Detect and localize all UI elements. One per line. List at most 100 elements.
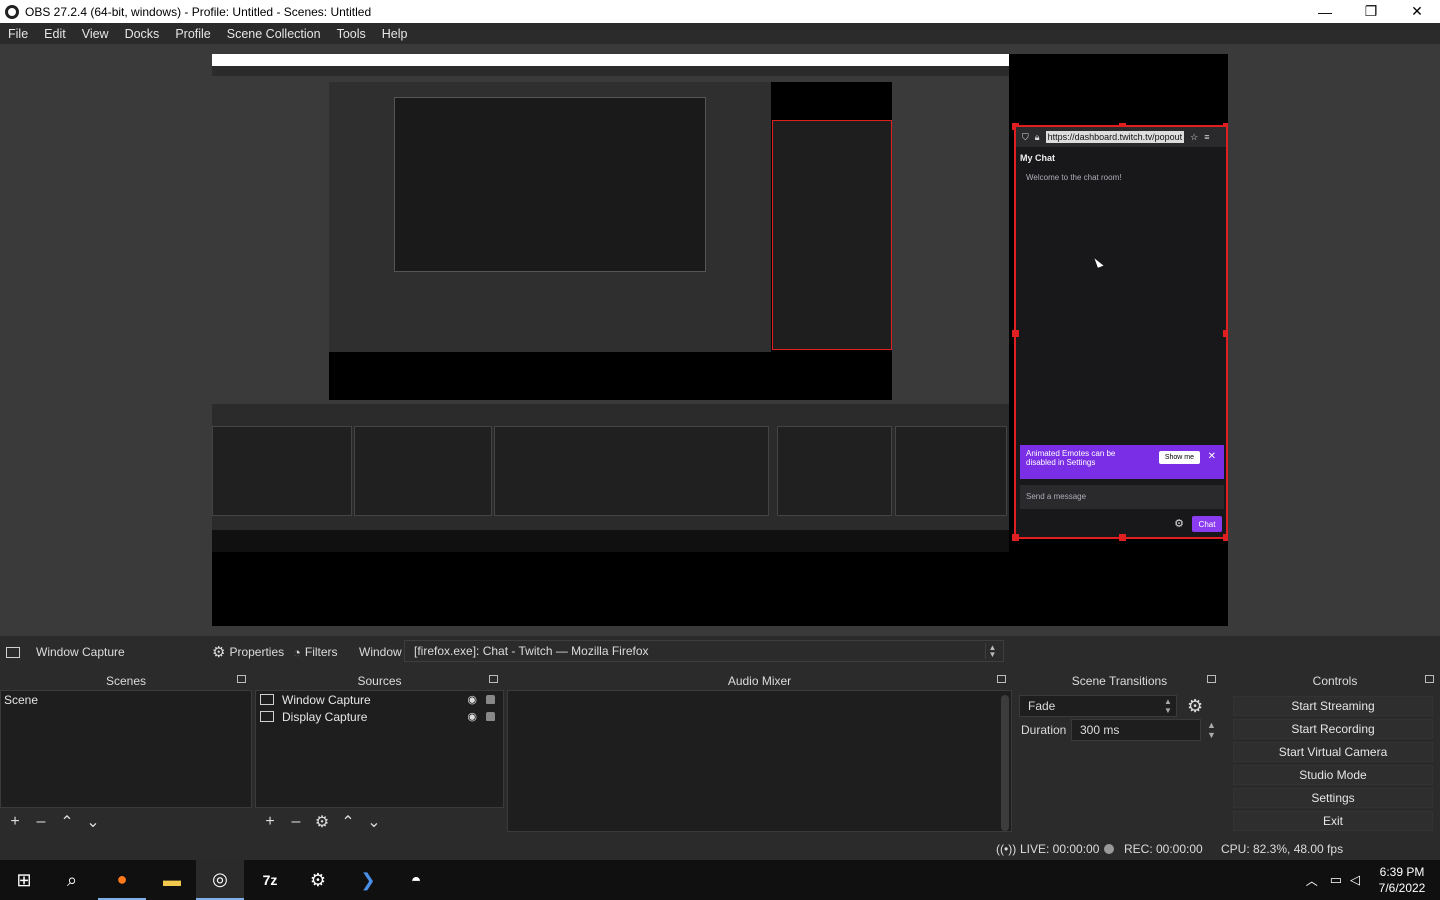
transition-type-value: Fade: [1028, 699, 1056, 713]
studio-mode-button[interactable]: Studio Mode: [1233, 765, 1433, 785]
file-explorer-icon[interactable]: ▬: [148, 860, 196, 900]
scene-item-label: Scene: [4, 692, 39, 707]
nested-sources-dock: [354, 426, 492, 516]
menu-tools[interactable]: Tools: [329, 27, 374, 41]
remove-scene-icon[interactable]: –: [32, 813, 50, 831]
nested-canvas: [329, 82, 892, 400]
scenes-list[interactable]: Scene: [0, 690, 252, 808]
undock-icon[interactable]: [237, 675, 246, 683]
search-icon[interactable]: ⌕: [48, 860, 96, 900]
chat-settings-icon: ⚙: [1174, 518, 1184, 530]
move-down-icon[interactable]: ⌄: [84, 812, 102, 832]
window-select[interactable]: [firefox.exe]: Chat - Twitch — Mozilla F…: [404, 640, 1004, 662]
chat-header: My Chat: [1020, 153, 1056, 163]
duration-spinner-icon[interactable]: ▲ ▼: [1207, 720, 1216, 740]
audio-mixer-panel: [507, 690, 1012, 832]
menu-file[interactable]: File: [0, 27, 36, 41]
start-virtual-camera-button[interactable]: Start Virtual Camera: [1233, 742, 1433, 762]
select-arrows-icon: ▲ ▼: [1164, 697, 1172, 715]
minimize-button[interactable]: —: [1302, 0, 1348, 23]
menu-help[interactable]: Help: [374, 27, 416, 41]
nested-taskbar: [212, 530, 1009, 552]
window-title: OBS 27.2.4 (64-bit, windows) - Profile: …: [25, 4, 372, 19]
powershell-icon[interactable]: ❯: [344, 860, 392, 900]
undock-icon[interactable]: [489, 675, 498, 683]
chat-url: https://dashboard.twitch.tv/popout: [1045, 131, 1185, 143]
windows-start-icon[interactable]: ⊞: [0, 860, 48, 900]
menu-docks[interactable]: Docks: [117, 27, 168, 41]
lock-icon[interactable]: [486, 695, 495, 704]
resize-handle-b[interactable]: [1119, 534, 1126, 541]
transition-type-row: Fade ▲ ▼ ⚙: [1017, 695, 1222, 717]
preview-area[interactable]: ⛉ 🔒︎ https://dashboard.twitch.tv/popout …: [0, 44, 1440, 636]
undock-icon[interactable]: [1207, 675, 1216, 683]
nested-chat-selection: [772, 120, 892, 350]
undock-icon[interactable]: [997, 675, 1006, 683]
nested-transitions-dock: [777, 426, 892, 516]
source-item-label: Window Capture: [282, 692, 371, 707]
remove-source-icon[interactable]: –: [287, 813, 305, 831]
eye-icon[interactable]: ◉: [467, 710, 477, 723]
source-properties-gear-icon[interactable]: ⚙: [313, 812, 331, 832]
chat-capture-selection[interactable]: ⛉ 🔒︎ https://dashboard.twitch.tv/popout …: [1012, 123, 1228, 541]
promo-close-icon: ✕: [1207, 451, 1216, 462]
menu-profile[interactable]: Profile: [167, 27, 218, 41]
mixer-scrollbar[interactable]: [1001, 695, 1009, 831]
monitor-icon: [260, 711, 274, 722]
nested-scenes-dock: [212, 426, 352, 516]
restore-button[interactable]: ❐: [1348, 0, 1394, 23]
menu-bar: File Edit View Docks Profile Scene Colle…: [0, 23, 1440, 44]
chat-welcome-message: Welcome to the chat room!: [1026, 173, 1122, 182]
duration-input[interactable]: 300 ms: [1071, 719, 1201, 741]
start-recording-button[interactable]: Start Recording: [1233, 719, 1433, 739]
clock[interactable]: 6:39 PM 7/6/2022: [1372, 864, 1432, 896]
transition-settings-gear-icon[interactable]: ⚙: [1187, 696, 1203, 717]
sources-toolbar: + – ⚙ ⌃ ⌄: [255, 808, 504, 836]
scene-item[interactable]: Scene: [1, 691, 251, 708]
undock-icon[interactable]: [1425, 675, 1434, 683]
eye-icon[interactable]: ◉: [467, 693, 477, 706]
scenes-dock-header: Scenes: [0, 671, 252, 690]
exit-button[interactable]: Exit: [1233, 811, 1433, 831]
menu-edit[interactable]: Edit: [36, 27, 74, 41]
resize-handle-br[interactable]: [1223, 534, 1228, 541]
controls-header: Controls: [1230, 671, 1440, 690]
transition-type-select[interactable]: Fade ▲ ▼: [1019, 695, 1177, 717]
nested-controls-dock: [895, 426, 1007, 516]
add-source-icon[interactable]: +: [261, 813, 279, 831]
status-bar: ((•)) LIVE: 00:00:00 REC: 00:00:00 CPU: …: [0, 839, 1440, 859]
move-down-icon[interactable]: ⌄: [365, 812, 383, 832]
preview-canvas[interactable]: ⛉ 🔒︎ https://dashboard.twitch.tv/popout …: [212, 54, 1228, 626]
resize-handle-r[interactable]: [1223, 330, 1228, 337]
move-up-icon[interactable]: ⌃: [339, 812, 357, 832]
resize-handle-bl[interactable]: [1012, 534, 1019, 541]
close-button[interactable]: ✕: [1394, 0, 1440, 23]
broadcast-icon: ((•)): [996, 842, 1017, 856]
firefox-icon[interactable]: ●: [98, 860, 146, 900]
7zip-icon[interactable]: 7z: [246, 860, 294, 900]
chevron-up-icon[interactable]: ︿: [1306, 872, 1318, 889]
obs-taskbar-icon[interactable]: ◎: [196, 860, 244, 900]
move-up-icon[interactable]: ⌃: [58, 812, 76, 832]
menu-scene-collection[interactable]: Scene Collection: [219, 27, 329, 41]
properties-button[interactable]: ⚙ Properties: [212, 643, 284, 661]
lock-icon[interactable]: [486, 712, 495, 721]
source-item-window-capture[interactable]: Window Capture ◉: [256, 691, 503, 708]
network-icon[interactable]: ▭: [1330, 872, 1342, 888]
star-icon: ☆: [1190, 131, 1199, 142]
start-streaming-button[interactable]: Start Streaming: [1233, 696, 1433, 716]
sources-list[interactable]: Window Capture ◉ Display Capture ◉: [255, 690, 504, 808]
clock-time: 6:39 PM: [1379, 865, 1425, 879]
show-me-button: Show me: [1158, 451, 1200, 464]
filters-button[interactable]: ◔ Filters: [293, 645, 338, 660]
window-source-icon: [6, 646, 20, 658]
add-scene-icon[interactable]: +: [6, 813, 24, 831]
settings-button[interactable]: Settings: [1233, 788, 1433, 808]
volume-muted-icon[interactable]: ◁: [1350, 872, 1360, 888]
xbox-icon[interactable]: ◓: [392, 860, 440, 900]
settings-gear-icon[interactable]: ⚙: [294, 860, 342, 900]
source-item-display-capture[interactable]: Display Capture ◉: [256, 708, 503, 725]
menu-view[interactable]: View: [74, 27, 117, 41]
resize-handle-l[interactable]: [1012, 330, 1019, 337]
windows-taskbar: ⊞ ⌕ ● ▬ ◎ 7z ⚙ ❯ ◓ ︿ ▭ ◁ 6:39 PM 7/6/202…: [0, 860, 1440, 900]
